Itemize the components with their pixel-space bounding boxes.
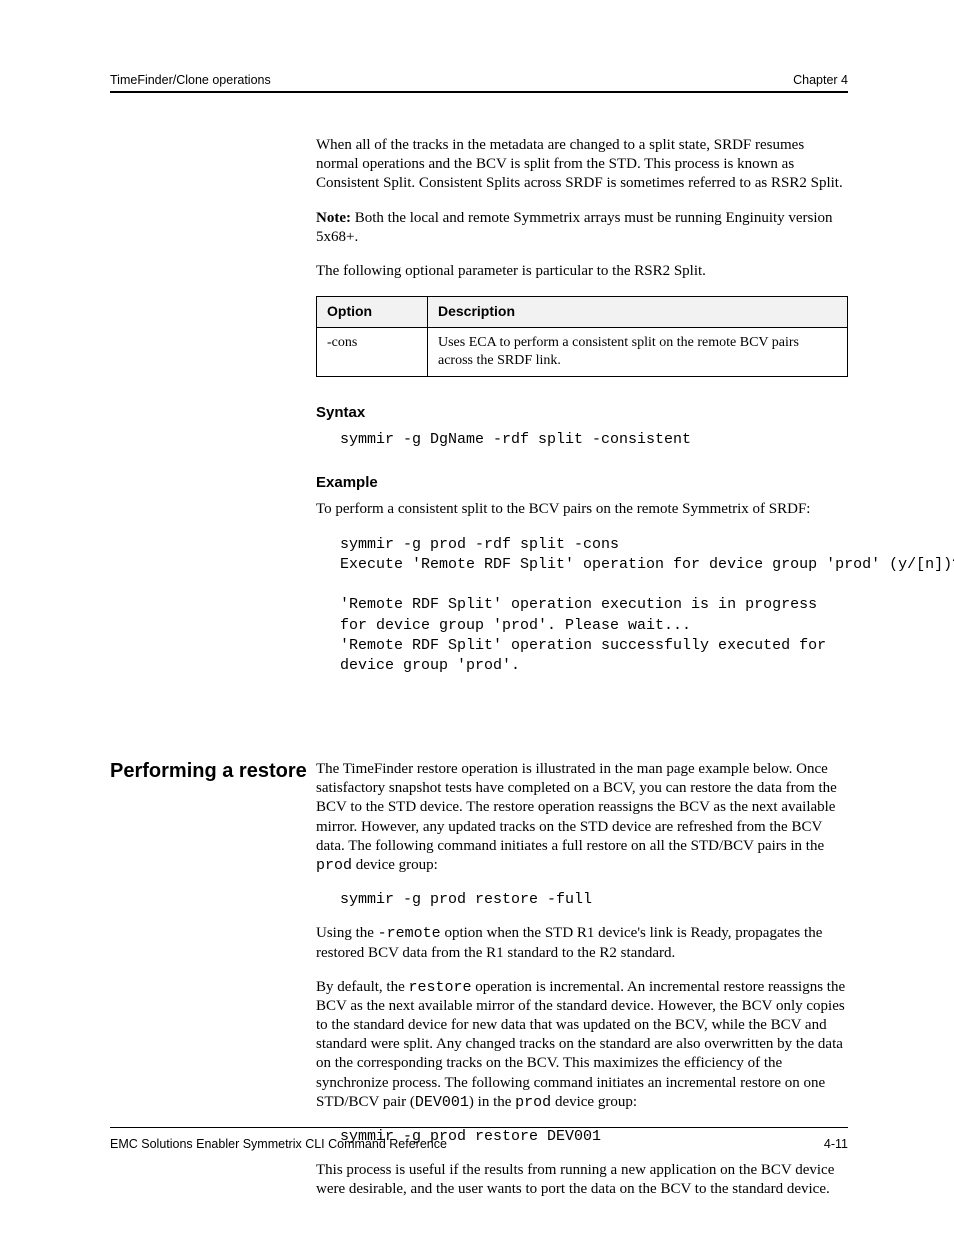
example-intro: To perform a consistent split to the BCV… [316,500,848,519]
restore-para-3-post: device group: [551,1094,637,1110]
restore-para-2-code: -remote [378,925,441,942]
restore-para-3: By default, the restore operation is inc… [316,978,848,1112]
example-code-block: symmir -g prod -rdf split -cons Execute … [316,535,848,677]
body-column: When all of the tracks in the metadata a… [316,136,848,700]
options-table: Option Description -cons Uses ECA to per… [316,296,848,377]
footer-doc-title: EMC Solutions Enabler Symmetrix CLI Comm… [110,1137,447,1151]
table-header-description: Description [428,297,848,328]
footer-rule [110,1127,848,1128]
table-cell-description: Uses ECA to perform a consistent split o… [428,328,848,377]
restore-para-2: Using the -remote option when the STD R1… [316,924,848,962]
restore-para-3-code3: prod [515,1094,551,1111]
table-row: -cons Uses ECA to perform a consistent s… [317,328,848,377]
optional-param-paragraph: The following optional parameter is part… [316,262,848,281]
syntax-label: Syntax [316,403,848,422]
restore-para-3-mid2: ) in the [469,1094,515,1110]
restore-para-4: This process is useful if the results fr… [316,1161,848,1199]
chapter-label: Chapter 4 [793,73,848,87]
restore-para-1-code: prod [316,857,352,874]
footer-page-number: 4-11 [824,1137,848,1151]
restore-para-3-code2: DEV001 [415,1094,469,1111]
doc-title: TimeFinder/Clone operations [110,73,271,87]
note-text: Both the local and remote Symmetrix arra… [316,210,833,245]
note-paragraph: Note: Both the local and remote Symmetri… [316,209,848,247]
restore-para-3-pre: By default, the [316,979,408,995]
restore-para-1-post: device group: [352,857,438,873]
table-cell-option: -cons [317,328,428,377]
restore-para-2-pre: Using the [316,925,378,941]
intro-paragraph: When all of the tracks in the metadata a… [316,136,848,194]
restore-para-3-code1: restore [408,979,471,996]
syntax-line: symmir -g DgName -rdf split -consistent [316,430,848,449]
restore-para-3-mid: operation is incremental. An incremental… [316,979,845,1110]
restore-para-1: The TimeFinder restore operation is illu… [316,760,848,875]
page-footer: EMC Solutions Enabler Symmetrix CLI Comm… [110,1137,848,1151]
example-label: Example [316,473,848,492]
table-header-option: Option [317,297,428,328]
section-heading-restore: Performing a restore [110,760,307,783]
header-rule [110,91,848,93]
page-header: TimeFinder/Clone operations Chapter 4 [110,73,848,93]
table-header-row: Option Description [317,297,848,328]
restore-cmd-1: symmir -g prod restore -full [316,890,848,909]
restore-para-1-pre: The TimeFinder restore operation is illu… [316,761,837,854]
note-prefix: Note: [316,210,351,226]
